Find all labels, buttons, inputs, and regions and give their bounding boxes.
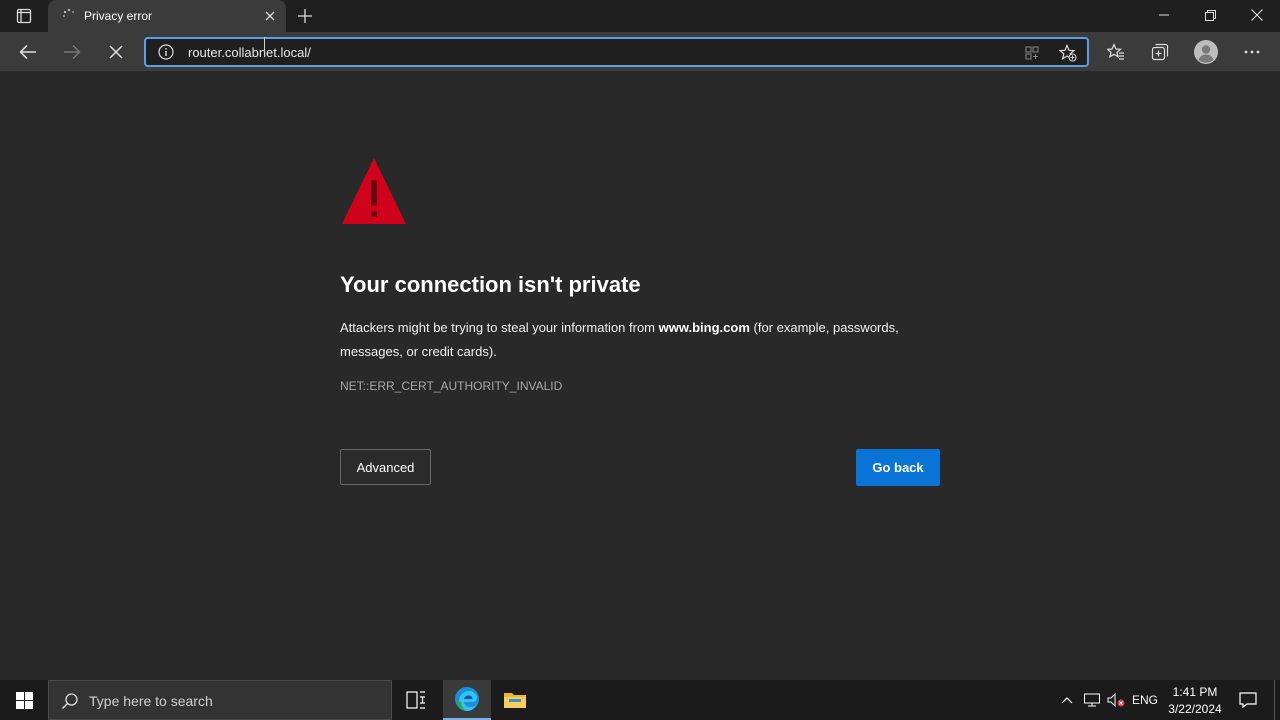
network-button[interactable] — [1082, 690, 1102, 710]
taskbar-search-box[interactable]: Type here to search — [48, 680, 392, 720]
tab-title: Privacy error — [84, 9, 153, 23]
plus-icon — [298, 9, 312, 23]
address-url[interactable]: router.collabnet.local/ — [188, 45, 311, 60]
search-icon — [61, 693, 78, 710]
favorites-icon — [1107, 43, 1124, 60]
back-button[interactable] — [12, 36, 44, 68]
collections-button[interactable] — [1144, 36, 1176, 68]
profile-button[interactable] — [1190, 36, 1222, 68]
notification-icon — [1239, 692, 1257, 708]
restore-button[interactable] — [1187, 0, 1233, 30]
start-button[interactable] — [0, 680, 48, 720]
address-bar[interactable]: router.collabnet.local/ — [144, 37, 1089, 67]
clock-time: 1:41 PM — [1172, 685, 1218, 699]
language-indicator[interactable]: ENG — [1130, 690, 1160, 710]
clock-date: 3/22/2024 — [1168, 702, 1222, 716]
edge-browser-icon — [455, 687, 479, 711]
description-text-start: Attackers might be trying to steal your … — [340, 320, 659, 335]
taskbar: Type here to search ENG 1:41 PM 3/22/202… — [0, 680, 1280, 720]
advanced-button[interactable]: Advanced — [340, 449, 431, 485]
apps-icon — [1025, 46, 1039, 60]
error-code[interactable]: NET::ERR_CERT_AUTHORITY_INVALID — [340, 379, 562, 393]
tab-close-button[interactable] — [262, 8, 278, 24]
task-view-button[interactable] — [392, 680, 440, 720]
windows-logo-icon — [15, 691, 33, 709]
info-icon[interactable] — [158, 44, 174, 60]
volume-muted-icon — [1107, 693, 1125, 707]
collections-icon — [1151, 43, 1169, 61]
show-hidden-icons-button[interactable] — [1058, 690, 1076, 710]
minimize-icon — [1159, 14, 1169, 16]
add-favorite-button[interactable] — [1058, 43, 1078, 63]
close-window-button[interactable] — [1234, 0, 1280, 30]
error-description: Attackers might be trying to steal your … — [340, 316, 900, 364]
show-desktop-button[interactable] — [1274, 680, 1280, 720]
search-placeholder: Type here to search — [89, 693, 213, 709]
action-center-button[interactable] — [1232, 680, 1264, 720]
warning-icon — [342, 158, 406, 224]
network-icon — [1084, 693, 1100, 707]
close-icon — [265, 11, 275, 21]
settings-more-button[interactable] — [1236, 36, 1268, 68]
text-cursor — [264, 37, 265, 57]
chevron-up-icon — [1061, 697, 1073, 704]
arrow-left-icon — [19, 44, 36, 60]
volume-button[interactable] — [1105, 690, 1127, 710]
tab-actions-button[interactable] — [0, 0, 48, 32]
go-back-button[interactable]: Go back — [856, 449, 940, 486]
tab-privacy-error[interactable]: Privacy error — [48, 0, 286, 32]
task-view-icon — [406, 691, 425, 709]
browser-toolbar: router.collabnet.local/ — [0, 32, 1280, 72]
stop-loading-button[interactable] — [100, 36, 132, 68]
favorites-button[interactable] — [1100, 36, 1132, 68]
app-available-button[interactable] — [1022, 43, 1042, 63]
file-explorer-button[interactable] — [491, 680, 539, 720]
arrow-right-icon — [64, 44, 81, 60]
clock[interactable]: 1:41 PM 3/22/2024 — [1164, 684, 1226, 718]
minimize-button[interactable] — [1141, 0, 1187, 30]
forward-button[interactable] — [56, 36, 88, 68]
error-page: Your connection isn't private Attackers … — [0, 73, 1280, 680]
close-icon — [109, 45, 123, 59]
page-title: Your connection isn't private — [340, 272, 641, 297]
folder-icon — [504, 693, 526, 708]
edge-taskbar-button[interactable] — [443, 680, 491, 720]
avatar-icon — [1194, 40, 1218, 64]
new-tab-button[interactable] — [294, 5, 316, 27]
tab-actions-icon — [16, 8, 32, 24]
title-bar: Privacy error — [0, 0, 1280, 32]
restore-icon — [1204, 9, 1216, 21]
more-horizontal-icon — [1244, 50, 1260, 54]
star-add-icon — [1059, 44, 1077, 62]
loading-spinner-icon — [63, 8, 75, 17]
description-domain: www.bing.com — [658, 320, 750, 335]
close-icon — [1251, 9, 1263, 21]
